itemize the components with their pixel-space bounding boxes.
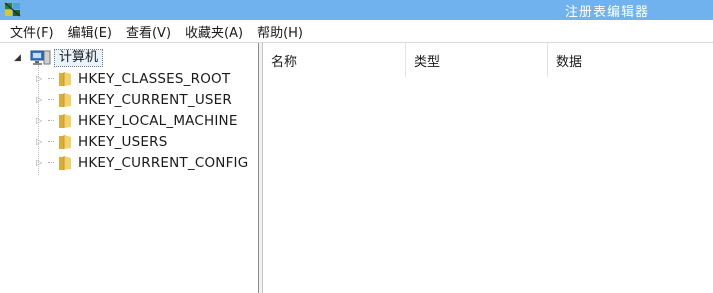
tree-pane[interactable]: ◢ 计算机 ▷ HKEY_CLASSES_ROOT ▷ HKEY_CURRENT… [0,43,258,293]
tree-item-label[interactable]: HKEY_LOCAL_MACHINE [78,113,238,129]
column-header-name[interactable]: 名称 [263,43,405,77]
tree-connector [48,99,54,100]
regedit-icon [4,2,21,17]
column-header-type[interactable]: 类型 [406,43,547,77]
tree-item-hklm[interactable]: ▷ HKEY_LOCAL_MACHINE [36,110,238,131]
folder-icon [59,71,71,86]
menu-help[interactable]: 帮助(H) [257,22,303,41]
tree-item-label[interactable]: HKEY_CURRENT_USER [78,92,232,108]
tree-root-computer[interactable]: ◢ 计算机 [14,48,104,68]
tree-item-hkcc[interactable]: ▷ HKEY_CURRENT_CONFIG [36,152,248,173]
tree-item-label[interactable]: HKEY_CURRENT_CONFIG [78,155,248,171]
column-header-label: 数据 [556,54,583,70]
collapse-icon[interactable]: ◢ [14,53,24,63]
folder-icon [59,155,71,170]
tree-root-label[interactable]: 计算机 [54,49,104,67]
column-header-data[interactable]: 数据 [548,43,713,77]
expand-icon[interactable]: ▷ [36,137,48,146]
folder-icon [59,92,71,107]
values-list-pane[interactable]: 名称 类型 数据 [263,43,713,293]
folder-icon [59,134,71,149]
expand-icon[interactable]: ▷ [36,158,48,167]
tree-item-label[interactable]: HKEY_CLASSES_ROOT [78,71,230,87]
menu-view[interactable]: 查看(V) [126,22,171,41]
menu-bar: 文件(F) 编辑(E) 查看(V) 收藏夹(A) 帮助(H) [0,20,713,42]
tree-connector [48,120,54,121]
tree-connector [48,162,54,163]
tree-item-label[interactable]: HKEY_USERS [78,134,167,150]
expand-icon[interactable]: ▷ [36,116,48,125]
tree-connector [48,78,54,79]
column-header-label: 名称 [271,54,298,70]
window-title: 注册表编辑器 [564,5,649,20]
menu-favorites[interactable]: 收藏夹(A) [185,22,243,41]
menu-file[interactable]: 文件(F) [10,22,54,41]
tree-item-hku[interactable]: ▷ HKEY_USERS [36,131,167,152]
tree-connector [48,141,54,142]
expand-icon[interactable]: ▷ [36,74,48,83]
title-bar[interactable]: 注册表编辑器 [0,0,713,20]
computer-icon [30,50,51,65]
expand-icon[interactable]: ▷ [36,95,48,104]
tree-item-hkcu[interactable]: ▷ HKEY_CURRENT_USER [36,89,232,110]
folder-icon [59,113,71,128]
column-header-label: 类型 [414,54,441,70]
tree-item-hkcr[interactable]: ▷ HKEY_CLASSES_ROOT [36,68,230,89]
menu-edit[interactable]: 编辑(E) [68,22,112,41]
